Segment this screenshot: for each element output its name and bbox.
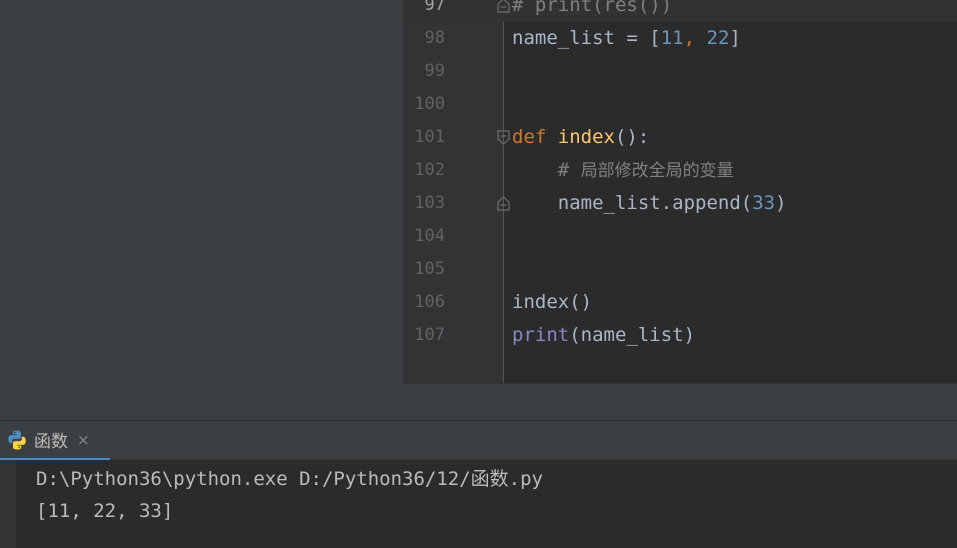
python-icon bbox=[8, 430, 26, 449]
run-tab-label: 函数 bbox=[34, 432, 68, 452]
code-line[interactable]: 107 print(name_list) bbox=[403, 319, 957, 352]
code-token: , bbox=[683, 27, 707, 49]
line-number: 104 bbox=[414, 226, 445, 246]
code-line[interactable]: 98 name_list = [11, 22] bbox=[403, 22, 957, 55]
code-token: name_list.append( bbox=[512, 192, 753, 214]
code-token: (name_list) bbox=[569, 324, 696, 346]
line-number: 101 bbox=[414, 127, 445, 147]
line-number: 105 bbox=[414, 259, 445, 279]
console-gutter bbox=[0, 460, 16, 548]
line-number: 106 bbox=[414, 292, 445, 312]
line-number: 102 bbox=[414, 160, 445, 180]
code-token: 33 bbox=[752, 192, 776, 214]
code-token: # bbox=[512, 159, 581, 181]
fold-start-icon[interactable] bbox=[497, 130, 510, 145]
code-text: # print(res()) bbox=[512, 0, 672, 22]
code-text: def index(): bbox=[512, 121, 649, 154]
code-line[interactable]: 100 bbox=[403, 88, 957, 121]
console-command-line: D:\Python36\python.exe D:/Python36/12/函数… bbox=[36, 468, 543, 490]
code-line[interactable]: 105 bbox=[403, 253, 957, 286]
code-line[interactable]: 97 # print(res()) bbox=[403, 0, 957, 22]
code-token: print bbox=[512, 324, 570, 346]
code-text: name_list.append(33) bbox=[512, 187, 787, 220]
code-token: (): bbox=[614, 126, 650, 148]
code-token: # print(res()) bbox=[512, 0, 673, 16]
line-number: 100 bbox=[414, 94, 445, 114]
code-token: 局部修改全局的变量 bbox=[580, 161, 734, 181]
fold-end-icon[interactable] bbox=[497, 0, 510, 13]
code-token: index bbox=[557, 126, 615, 148]
code-line[interactable]: 101 def index(): bbox=[403, 121, 957, 154]
code-token: index() bbox=[512, 291, 593, 313]
code-token: 11 bbox=[660, 27, 684, 49]
code-line[interactable]: 99 bbox=[403, 55, 957, 88]
code-line[interactable]: 102 # 局部修改全局的变量 bbox=[403, 154, 957, 187]
code-token: ) bbox=[775, 192, 787, 214]
line-number: 107 bbox=[414, 325, 445, 345]
code-text: # 局部修改全局的变量 bbox=[512, 154, 734, 188]
editor-footer bbox=[403, 383, 957, 420]
code-line[interactable]: 104 bbox=[403, 220, 957, 253]
code-token: def bbox=[512, 126, 558, 148]
ide-window: 97 # print(res()) 98 name_list = [11, 22… bbox=[0, 0, 957, 548]
code-token: ] bbox=[729, 27, 741, 49]
code-text: index() bbox=[512, 286, 592, 319]
line-number: 98 bbox=[424, 28, 445, 48]
run-console[interactable]: D:\Python36\python.exe D:/Python36/12/函数… bbox=[0, 460, 957, 548]
code-token: name_list = [ bbox=[512, 27, 661, 49]
run-tool-window-header: 函数 × bbox=[0, 420, 957, 461]
project-panel bbox=[0, 0, 403, 420]
code-text: name_list = [11, 22] bbox=[512, 22, 741, 55]
line-number: 97 bbox=[424, 0, 445, 15]
code-line[interactable]: 103 name_list.append(33) bbox=[403, 187, 957, 220]
code-token: 22 bbox=[706, 27, 730, 49]
code-line[interactable]: 106 index() bbox=[403, 286, 957, 319]
line-number: 103 bbox=[414, 193, 445, 213]
code-text: print(name_list) bbox=[512, 319, 695, 352]
line-number: 99 bbox=[424, 61, 445, 81]
code-editor[interactable]: 97 # print(res()) 98 name_list = [11, 22… bbox=[403, 0, 957, 383]
fold-end-icon[interactable] bbox=[497, 196, 510, 211]
run-tab[interactable]: 函数 × bbox=[0, 421, 110, 461]
console-output-line: [11, 22, 33] bbox=[36, 500, 174, 522]
close-icon[interactable]: × bbox=[77, 431, 90, 449]
